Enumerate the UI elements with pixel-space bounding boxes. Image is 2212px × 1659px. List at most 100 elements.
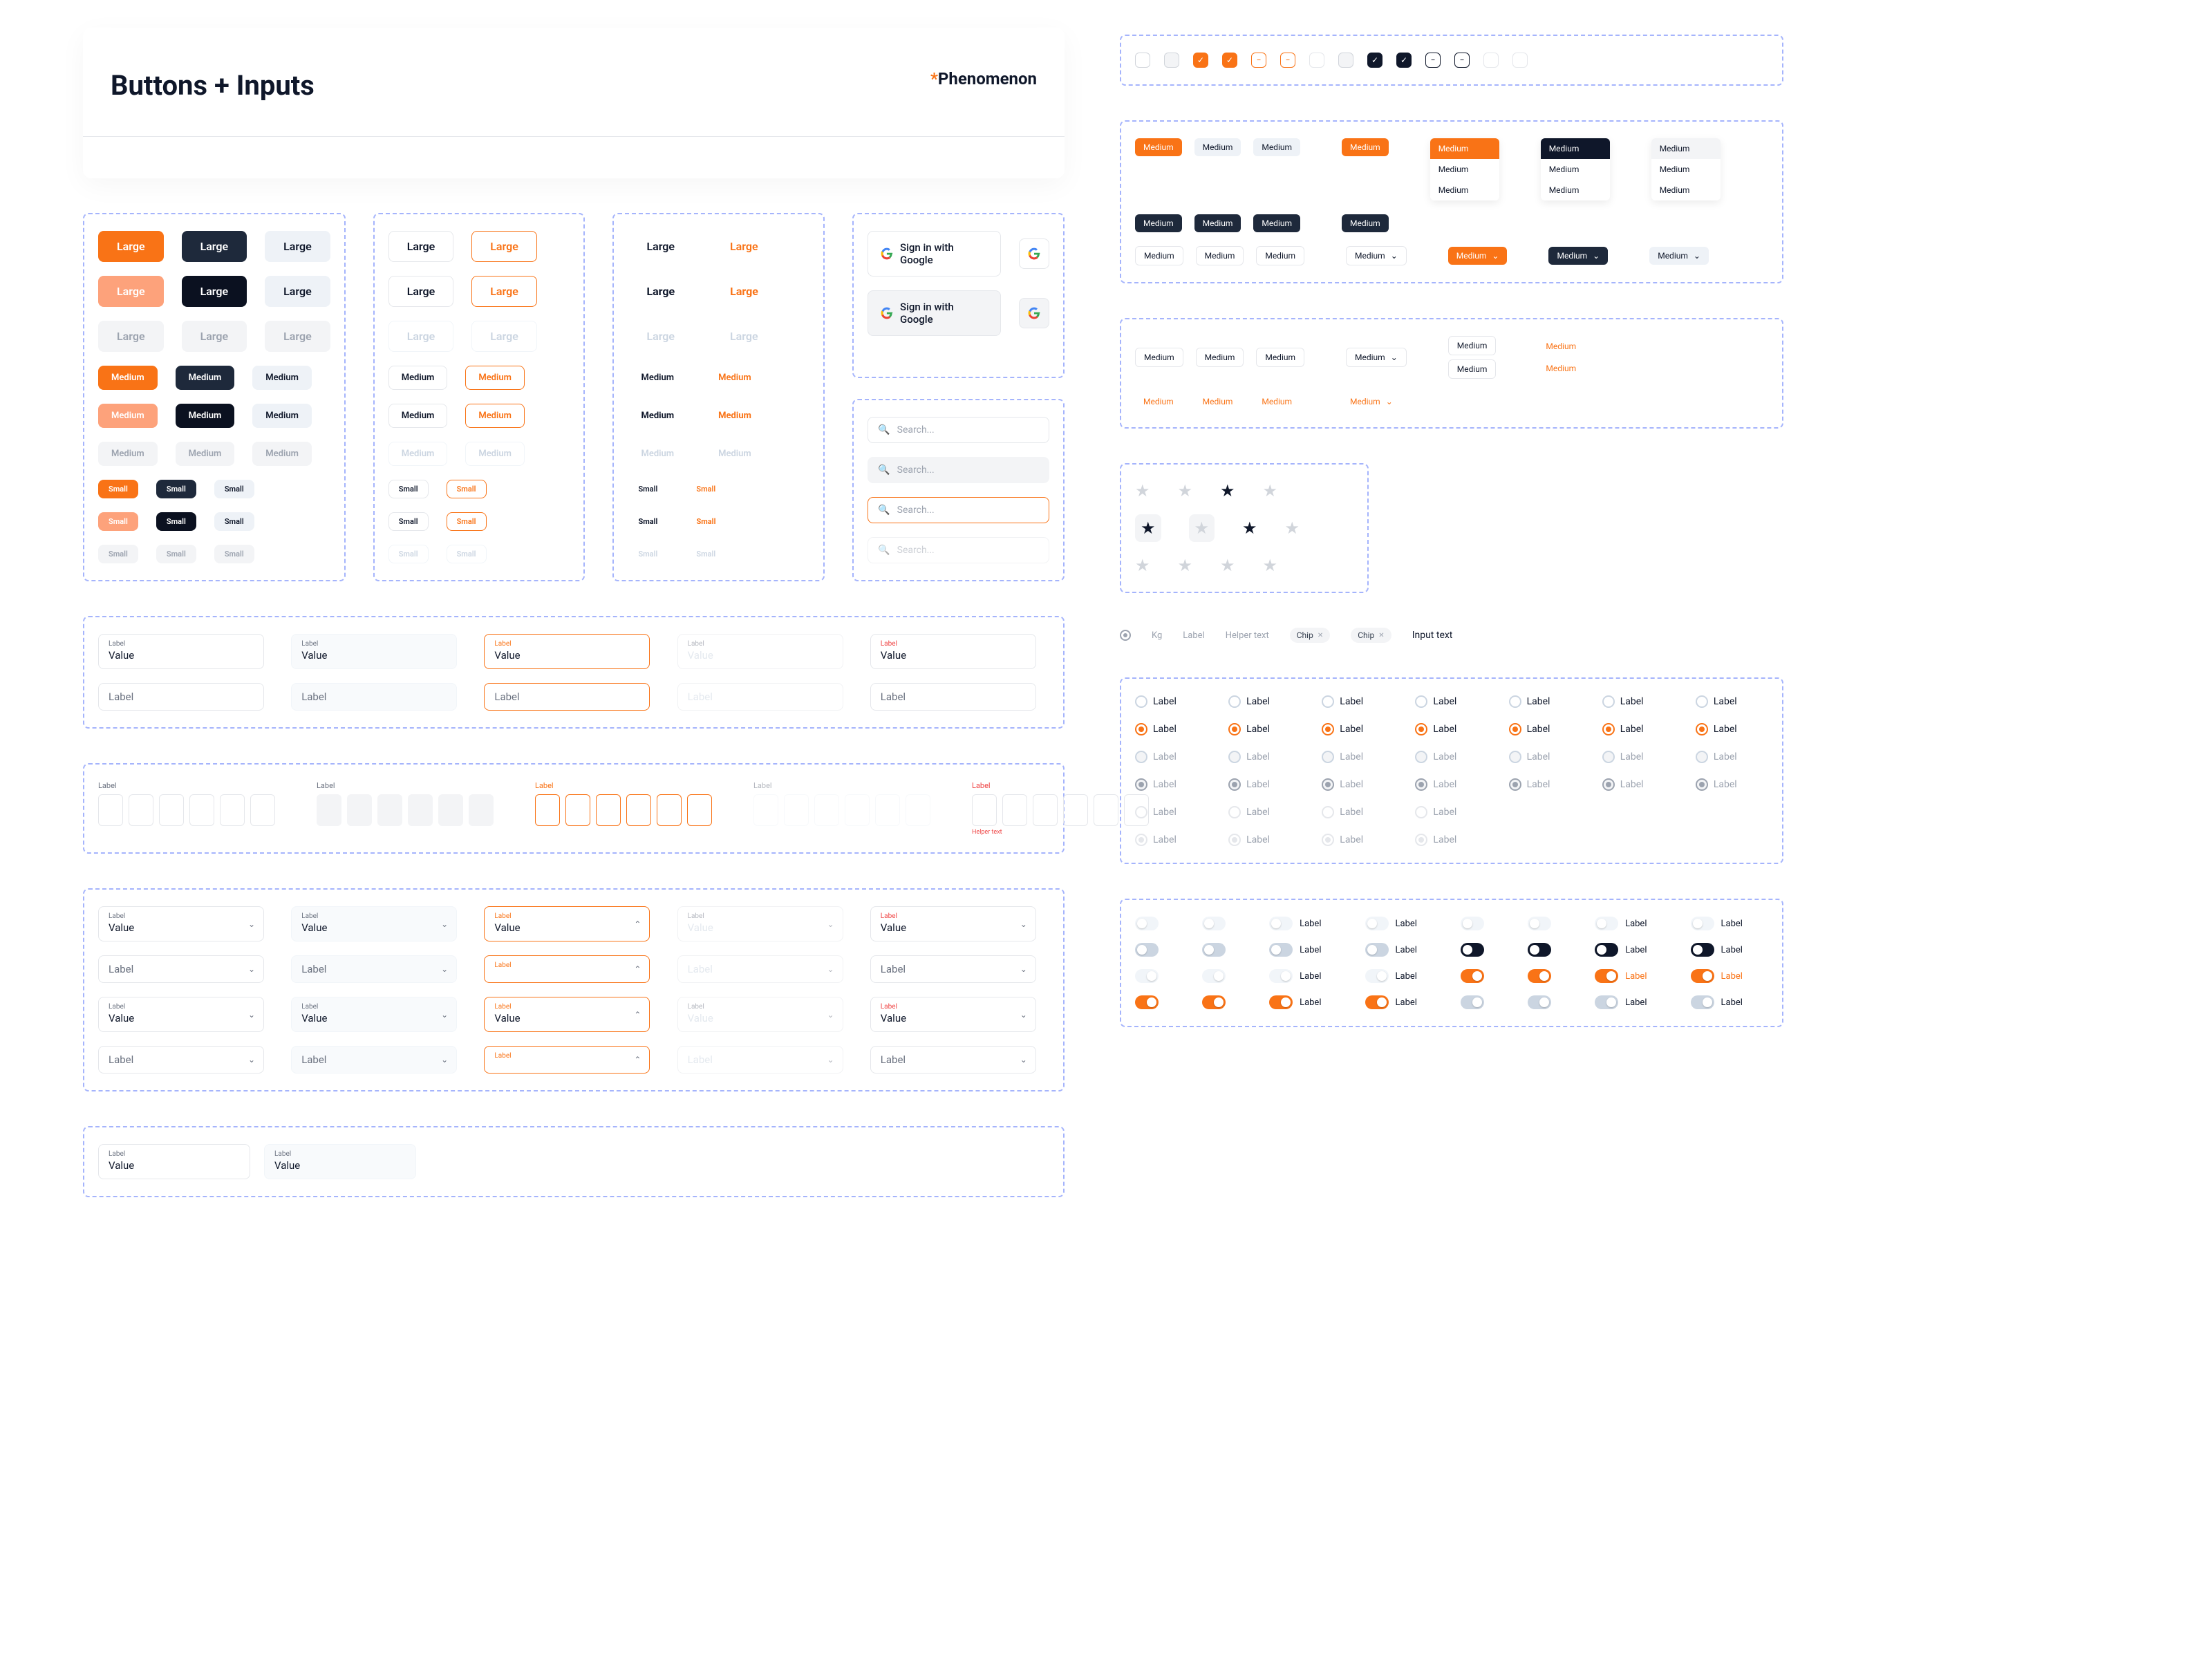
checkbox-indeterminate-dark-outline[interactable]: −: [1454, 53, 1470, 68]
tag-outline[interactable]: Medium: [1135, 246, 1183, 265]
btn-ghost-orange-md-hover[interactable]: Medium: [705, 404, 765, 428]
radio-unchecked[interactable]: Label: [1228, 695, 1301, 708]
text-input-empty-hover[interactable]: Label: [291, 683, 457, 711]
select-empty-hover[interactable]: Label⌄: [291, 955, 457, 983]
tag-dark[interactable]: Medium: [1194, 214, 1241, 232]
btn-outline-orange-md-hover[interactable]: Medium: [465, 404, 525, 428]
toggle-on-grey[interactable]: [1461, 995, 1484, 1009]
menu-item[interactable]: Medium: [1430, 180, 1499, 200]
select-error[interactable]: LabelValue⌄: [870, 906, 1036, 941]
tag-grey[interactable]: Medium: [1194, 138, 1241, 156]
toggle-on-orange[interactable]: [1528, 969, 1551, 983]
menu-item-active[interactable]: Medium: [1430, 138, 1499, 159]
google-signin-button-hover[interactable]: Sign in with Google: [868, 290, 1001, 336]
google-signin-button[interactable]: Sign in with Google: [868, 231, 1001, 276]
tag-text-orange[interactable]: Medium: [1253, 393, 1300, 411]
tag-button-orange[interactable]: Medium: [1342, 138, 1389, 156]
star-icon[interactable]: ★: [1285, 518, 1300, 538]
toggle-on-orange[interactable]: [1461, 969, 1484, 983]
toggle-on-orange[interactable]: [1135, 995, 1159, 1009]
toggle-on-light-label[interactable]: Label: [1365, 969, 1443, 983]
btn-ghost-md[interactable]: Medium: [628, 366, 687, 390]
toggle-on-light[interactable]: [1135, 969, 1159, 983]
toggle-off-label-hover[interactable]: Label: [1365, 943, 1443, 957]
search-input-hover[interactable]: 🔍Search...: [868, 457, 1049, 483]
tag-outline[interactable]: Medium: [1196, 246, 1244, 265]
toggle-on-grey-label[interactable]: Label: [1691, 995, 1768, 1009]
btn-dark-sm[interactable]: Small: [156, 480, 196, 498]
btn-outline-orange-sm-hover[interactable]: Small: [447, 512, 487, 531]
btn-primary-large-hover[interactable]: Large: [98, 276, 164, 307]
text-input-empty-active[interactable]: Label: [484, 683, 650, 711]
toggle-off[interactable]: [1461, 917, 1484, 930]
otp-input-active[interactable]: [535, 794, 712, 826]
radio-checked-orange[interactable]: Label: [1602, 723, 1675, 735]
radio-unchecked[interactable]: Label: [1415, 695, 1488, 708]
google-icon-button-hover[interactable]: [1019, 298, 1049, 328]
chip[interactable]: Chip✕: [1351, 628, 1391, 643]
eye-icon[interactable]: [1120, 630, 1131, 641]
star-icon-filled[interactable]: ★: [1242, 518, 1257, 538]
otp-input[interactable]: [98, 794, 275, 826]
toggle-on-orange-label[interactable]: Label: [1269, 995, 1347, 1009]
tag-text-orange[interactable]: Medium: [1135, 393, 1182, 411]
text-input-error[interactable]: LabelValue: [870, 634, 1036, 669]
chip[interactable]: Chip✕: [1290, 628, 1330, 643]
radio-checked-grey[interactable]: Label: [1696, 778, 1768, 791]
star-icon[interactable]: ★: [1135, 481, 1150, 500]
btn-ghost-orange-sm-hover[interactable]: Small: [686, 512, 726, 531]
toggle-off-hover[interactable]: [1135, 943, 1159, 957]
text-input-empty-error[interactable]: Label: [870, 683, 1036, 711]
btn-outline-sm[interactable]: Small: [388, 480, 429, 498]
menu-item-active[interactable]: Medium: [1651, 138, 1721, 159]
star-icon[interactable]: ★: [1178, 481, 1193, 500]
tag-outline[interactable]: Medium: [1448, 336, 1497, 355]
select-hover[interactable]: LabelValue⌄: [291, 906, 457, 941]
toggle-off-label[interactable]: Label: [1595, 917, 1672, 930]
tag-orange[interactable]: Medium: [1135, 138, 1182, 156]
radio-checked-orange[interactable]: Label: [1415, 723, 1488, 735]
text-input-active[interactable]: LabelValue: [484, 634, 650, 669]
btn-ghost-orange-md[interactable]: Medium: [705, 366, 765, 390]
select-empty-active[interactable]: Label⌃: [484, 955, 650, 983]
radio-checked-orange[interactable]: Label: [1509, 723, 1582, 735]
menu-item[interactable]: Medium: [1651, 180, 1721, 200]
radio-checked-orange[interactable]: Label: [1228, 723, 1301, 735]
toggle-off-label-hover[interactable]: Label: [1269, 943, 1347, 957]
menu-item-active[interactable]: Medium: [1541, 138, 1610, 159]
search-input[interactable]: 🔍Search...: [868, 417, 1049, 443]
menu-item[interactable]: Medium: [1430, 159, 1499, 180]
tag-text-orange[interactable]: Medium: [1194, 393, 1241, 411]
checkbox-unchecked-hover[interactable]: [1338, 53, 1353, 68]
select-active[interactable]: LabelValue⌃: [484, 997, 650, 1032]
btn-ghost-md-hover[interactable]: Medium: [628, 404, 687, 428]
toggle-off-hover[interactable]: [1202, 943, 1226, 957]
radio-unchecked[interactable]: Label: [1322, 695, 1394, 708]
radio-unchecked-hover[interactable]: Label: [1322, 751, 1394, 763]
btn-ghost-orange-large[interactable]: Large: [711, 231, 777, 262]
toggle-off-label[interactable]: Label: [1691, 917, 1768, 930]
btn-primary-md-hover[interactable]: Medium: [98, 404, 158, 428]
menu-item[interactable]: Medium: [1541, 180, 1610, 200]
select-empty-hover[interactable]: Label⌄: [291, 1046, 457, 1074]
select-hover[interactable]: LabelValue⌄: [291, 997, 457, 1032]
tag-text-orange[interactable]: Medium: [1537, 359, 1584, 377]
toggle-off[interactable]: [1135, 917, 1159, 930]
toggle-on-orange-label[interactable]: Label: [1691, 969, 1768, 983]
btn-ghost-large-hover[interactable]: Large: [628, 276, 693, 307]
search-input-active[interactable]: 🔍Search...: [868, 497, 1049, 523]
checkbox-checked-orange[interactable]: ✓: [1193, 53, 1208, 68]
tag-text-orange[interactable]: Medium: [1537, 337, 1584, 355]
toggle-off-dark[interactable]: [1461, 943, 1484, 957]
btn-ghost-large[interactable]: Large: [628, 231, 693, 262]
select[interactable]: LabelValue⌄: [98, 997, 264, 1032]
google-icon-button[interactable]: [1019, 238, 1049, 269]
dropdown-outline[interactable]: Medium⌄: [1346, 246, 1407, 265]
toggle-on-light[interactable]: [1202, 969, 1226, 983]
tag-outline[interactable]: Medium: [1448, 359, 1497, 379]
radio-unchecked[interactable]: Label: [1509, 695, 1582, 708]
radio-unchecked[interactable]: Label: [1696, 695, 1768, 708]
btn-primary-sm[interactable]: Small: [98, 480, 138, 498]
toggle-on-light-label[interactable]: Label: [1269, 969, 1347, 983]
btn-outline-orange-large-hover[interactable]: Large: [471, 276, 537, 307]
